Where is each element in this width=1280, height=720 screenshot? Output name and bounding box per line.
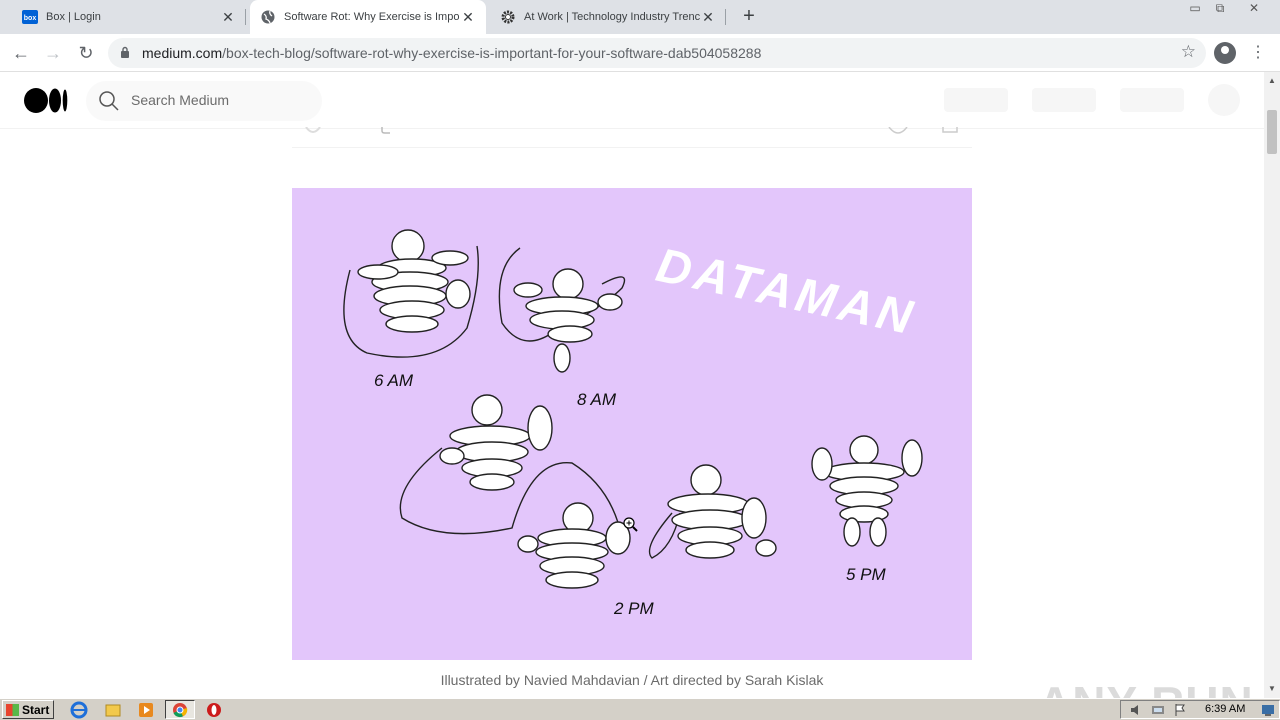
header-skeleton [1032,88,1096,112]
medium-header: Search Medium [0,72,1264,129]
system-tray: 6:39 AM [1120,700,1280,719]
reload-icon[interactable]: ↻ [73,40,99,66]
action-center-flag-icon[interactable] [1173,703,1187,717]
tab-strip: box Box | Login ✕ Software Rot: Why Exer… [0,0,1280,34]
header-skeleton [1120,88,1184,112]
dataman-figure-6am [343,229,479,358]
page-viewport: Search Medium DATAMAN 6 AM 8 AM 2 PM 5 P… [0,72,1264,698]
windows-taskbar: Start 6:39 AM [0,698,1280,720]
bookmark-star-icon[interactable]: ☆ [1181,42,1196,62]
windows-flag-icon [6,703,19,716]
close-window-icon[interactable]: ✕ [1244,0,1264,18]
gear-favicon-icon [500,9,516,25]
scrollbar-thumb[interactable] [1267,110,1277,154]
internet-explorer-icon[interactable] [70,701,88,719]
time-label-8am: 8 AM [577,390,617,409]
svg-text:box: box [24,15,37,22]
tab-box-login[interactable]: box Box | Login ✕ [12,0,246,34]
address-bar[interactable]: medium.com/box-tech-blog/software-rot-wh… [108,38,1206,68]
url-host: medium.com [142,45,223,61]
url-text[interactable]: medium.com/box-tech-blog/software-rot-wh… [142,45,761,61]
dataman-figure-2pm-b [517,502,631,589]
minimize-icon[interactable]: ▭ [1186,0,1204,18]
image-caption: Illustrated by Navied Mahdavian / Art di… [440,672,824,688]
start-button[interactable]: Start [2,700,54,719]
dataman-illustration-svg: DATAMAN 6 AM 8 AM 2 PM 5 PM [343,229,923,618]
opera-icon[interactable] [205,701,223,719]
listen-icon[interactable] [888,127,908,135]
close-tab-icon[interactable]: ✕ [220,9,236,26]
tab-at-work[interactable]: At Work | Technology Industry Trenc ✕ [490,0,726,34]
show-desktop-icon[interactable] [1261,703,1275,717]
close-tab-icon[interactable]: ✕ [700,9,716,26]
taskbar-clock[interactable]: 6:39 AM [1205,703,1245,715]
tab-title: At Work | Technology Industry Trenc [524,11,700,23]
header-skeleton [944,88,1008,112]
url-path: /box-tech-blog/software-rot-why-exercise… [222,45,762,61]
avatar-skeleton [1208,84,1240,116]
vertical-scrollbar[interactable]: ▲ ▼ [1264,72,1280,698]
globe-icon [260,9,276,25]
start-label: Start [22,702,50,717]
menu-kebab-icon[interactable]: ⋮ [1250,42,1266,64]
close-tab-icon[interactable]: ✕ [460,9,476,26]
tab-title: Software Rot: Why Exercise is Impor [284,11,460,23]
chrome-icon [173,703,188,718]
restore-icon[interactable]: ⧉ [1211,0,1229,18]
dataman-figure-8am [498,247,626,373]
new-tab-button[interactable]: + [738,5,760,27]
lock-icon [121,46,129,58]
article-action-bar [292,127,972,148]
dataman-figure-afternoon [648,464,777,559]
search-box[interactable]: Search Medium [86,81,322,121]
scroll-up-arrow-icon[interactable]: ▲ [1264,74,1280,88]
scroll-down-arrow-icon[interactable]: ▼ [1264,682,1280,696]
search-icon [99,91,119,111]
time-label-5pm: 5 PM [846,565,887,584]
time-label-2pm: 2 PM [613,599,655,618]
medium-logo-icon[interactable] [24,88,68,113]
dataman-figure-5pm [811,435,923,547]
tab-software-rot[interactable]: Software Rot: Why Exercise is Impor ✕ [250,0,486,34]
article-illustration[interactable]: DATAMAN 6 AM 8 AM 2 PM 5 PM [292,188,972,660]
forward-arrow-icon[interactable]: → [40,40,66,66]
search-placeholder: Search Medium [131,92,230,108]
chrome-taskbar-button[interactable] [165,700,195,719]
back-arrow-icon[interactable]: ← [8,40,34,66]
clap-icon[interactable] [304,127,322,135]
comment-icon[interactable] [380,127,392,135]
volume-icon[interactable] [1129,703,1143,717]
anyrun-watermark: ANY RUN [1038,676,1254,698]
box-favicon-icon: box [22,9,38,25]
network-icon[interactable] [1151,703,1165,717]
file-explorer-icon[interactable] [104,701,122,719]
share-icon[interactable] [942,127,958,135]
browser-toolbar: ← → ↻ medium.com/box-tech-blog/software-… [0,34,1280,72]
illustration-title: DATAMAN [652,239,921,346]
media-player-icon[interactable] [137,701,155,719]
profile-avatar-icon[interactable] [1214,42,1236,64]
time-label-6am: 6 AM [374,371,414,390]
tab-title: Box | Login [46,11,101,23]
